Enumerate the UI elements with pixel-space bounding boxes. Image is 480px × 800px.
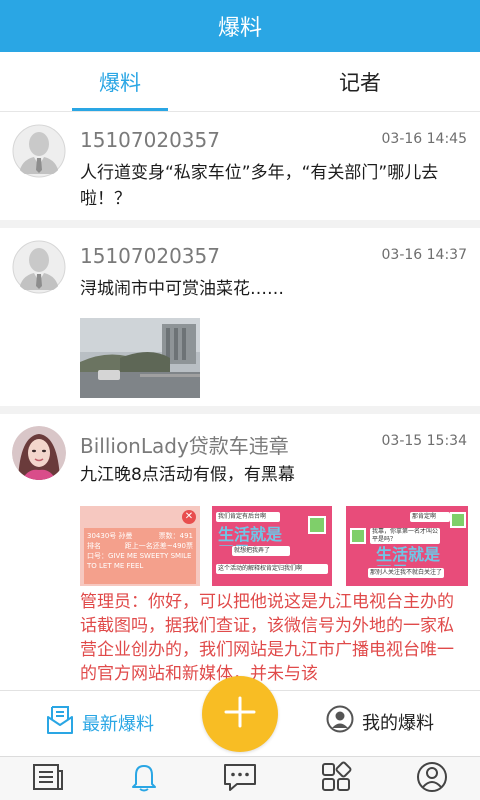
post-image[interactable]: 那肯定啊 我靠，你拿第一名才叫公平是吗？ 生活就是干果 那别人关注我不就白关注了 xyxy=(346,506,468,586)
my-posts-button[interactable]: 我的爆料 xyxy=(326,705,434,738)
latest-posts-label: 最新爆料 xyxy=(82,713,154,735)
post-item[interactable]: 15107020357 03-16 14:37 浔城闹市中可赏油菜花…… xyxy=(0,228,480,406)
post-content: 九江晚8点活动有假，有黑幕 xyxy=(80,465,295,485)
post-content: 人行道变身“私家车位”多年，“有关部门”哪儿去啦！？ xyxy=(80,163,439,209)
post-image[interactable]: 我们肯定有后台啊 生活就是干果 就想把我弄了 这个活动的解释权肯定归我们啊 xyxy=(212,506,332,586)
vote-card-votes: 票数：491 xyxy=(158,532,193,540)
chat-icon xyxy=(223,762,257,796)
tab-reporter[interactable]: 记者 xyxy=(240,52,480,111)
active-tab-indicator xyxy=(72,108,168,111)
post-time: 03-15 15:34 xyxy=(381,433,467,449)
nav-messages[interactable] xyxy=(192,757,288,800)
tab-baoliao[interactable]: 爆料 xyxy=(0,52,240,111)
plus-icon xyxy=(222,694,258,734)
admin-reply: 管理员：你好，可以把他说这是九江电视台主办的话截图吗，据我们查证，该微信号为外地… xyxy=(80,592,454,684)
post-content: 浔城闹市中可赏油菜花…… xyxy=(80,279,284,299)
chat-avatar xyxy=(450,512,466,528)
vote-card-slogan-label: 口号： xyxy=(87,552,108,560)
add-post-button[interactable] xyxy=(202,676,278,752)
latest-posts-button[interactable]: 最新爆料 xyxy=(46,705,154,740)
user-photo[interactable] xyxy=(12,426,66,480)
my-posts-label: 我的爆料 xyxy=(362,712,434,734)
post-feed[interactable]: 15107020357 03-16 14:45 人行道变身“私家车位”多年，“有… xyxy=(0,112,480,690)
vote-card-id: 30430号 孙曼 xyxy=(87,532,133,540)
bell-icon xyxy=(128,762,160,796)
envelope-icon xyxy=(46,705,74,740)
chat-bubble: 我靠，你拿第一名才叫公平是吗？ xyxy=(370,528,440,544)
post-time: 03-16 14:37 xyxy=(381,247,467,263)
chat-bubble: 那肯定啊 xyxy=(410,512,450,522)
post-item[interactable]: 15107020357 03-16 14:45 人行道变身“私家车位”多年，“有… xyxy=(0,112,480,220)
post-author: 15107020357 xyxy=(80,128,220,152)
bottom-navigation xyxy=(0,756,480,800)
nav-news[interactable] xyxy=(0,757,96,800)
post-author: 15107020357 xyxy=(80,244,220,268)
vote-card-rank-label: 排名 xyxy=(87,542,101,550)
chat-avatar xyxy=(308,516,326,534)
post-time: 03-16 14:45 xyxy=(381,131,467,147)
chat-bubble: 那别人关注我不就白关注了 xyxy=(368,568,444,578)
sticker-text: 生活就是干果 xyxy=(218,526,283,546)
chat-avatar xyxy=(350,528,366,544)
news-icon xyxy=(32,763,64,795)
chat-bubble: 这个活动的解释权肯定归我们啊 xyxy=(216,564,328,574)
tab-bar: 爆料 记者 xyxy=(0,52,480,112)
nav-notifications[interactable] xyxy=(96,757,192,800)
nav-apps[interactable] xyxy=(288,757,384,800)
nav-profile[interactable] xyxy=(384,757,480,800)
post-image[interactable] xyxy=(80,318,200,398)
chat-bubble: 我们肯定有后台啊 xyxy=(216,512,280,522)
vote-card: 30430号 孙曼 票数：491 排名 距上一名还差~490票 口号：GIVE … xyxy=(84,528,196,584)
post-image[interactable]: ✕ 30430号 孙曼 票数：491 排名 距上一名还差~490票 口号：GIV… xyxy=(80,506,200,586)
apps-icon xyxy=(320,761,352,797)
profile-icon xyxy=(416,761,448,797)
post-item[interactable]: BillionLady贷款车违章 03-15 15:34 九江晚8点活动有假，有… xyxy=(0,414,480,690)
default-user-icon[interactable] xyxy=(12,240,66,294)
default-user-icon[interactable] xyxy=(12,124,66,178)
chat-bubble: 就想把我弄了 xyxy=(232,546,290,556)
page-title: 爆料 xyxy=(217,16,262,41)
post-author: BillionLady贷款车违章 xyxy=(80,434,289,458)
tab-reporter-label: 记者 xyxy=(339,70,381,95)
title-bar: 爆料 xyxy=(0,0,480,52)
vote-card-rank: 距上一名还差~490票 xyxy=(124,542,193,550)
close-icon: ✕ xyxy=(182,510,196,524)
user-circle-icon xyxy=(326,705,354,738)
sticker-text: 生活就是干果 xyxy=(376,546,441,566)
tab-baoliao-label: 爆料 xyxy=(99,70,141,95)
